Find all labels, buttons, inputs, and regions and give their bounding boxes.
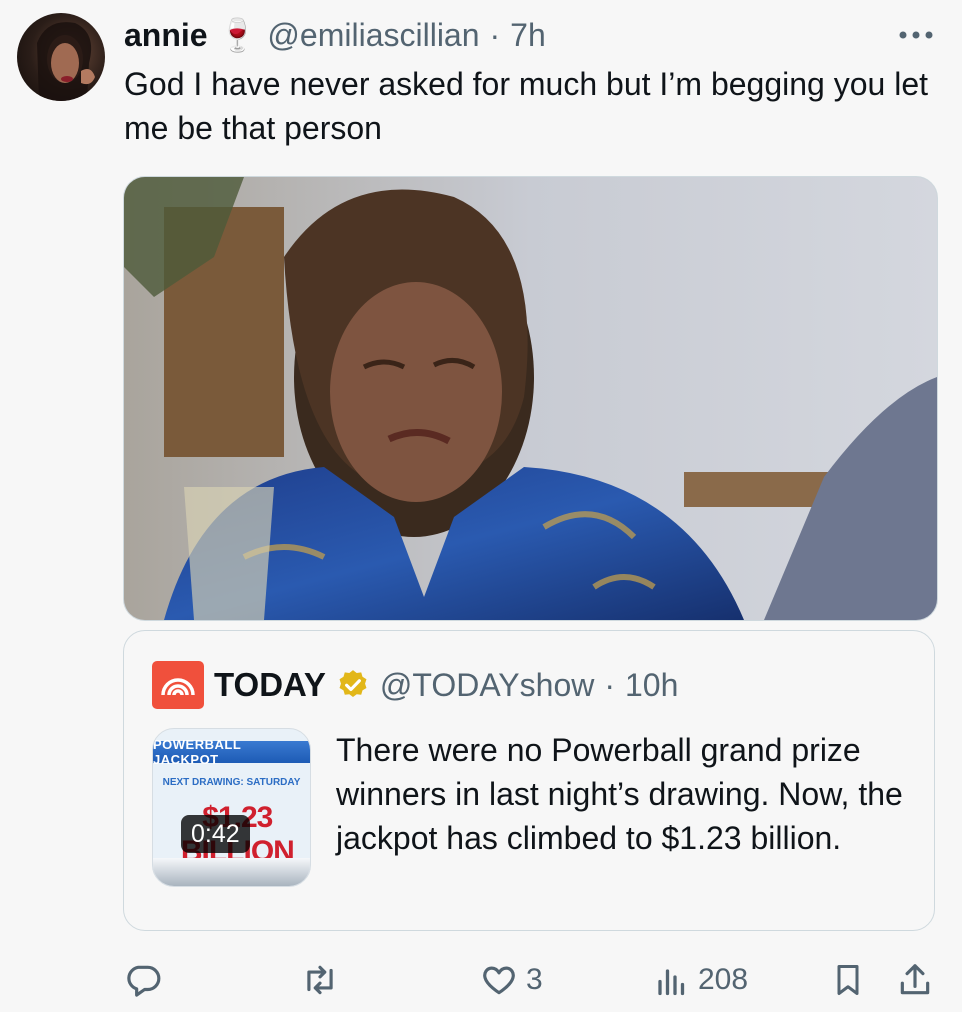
quoted-author-name[interactable]: TODAY [214, 666, 326, 704]
video-duration-badge: 0:42 [181, 815, 250, 853]
quoted-tweet-header: TODAY @TODAYshow · 10h [152, 661, 678, 709]
retweet-button[interactable] [300, 956, 348, 1004]
quoted-author-handle[interactable]: @TODAYshow [380, 667, 594, 704]
quoted-tweet-timestamp[interactable]: 10h [625, 667, 678, 704]
thumbnail-base [153, 858, 310, 886]
views-button[interactable]: 208 [654, 956, 748, 1004]
share-button[interactable] [896, 956, 934, 1004]
tweet-media-image[interactable] [123, 176, 938, 621]
like-button[interactable]: 3 [480, 956, 543, 1004]
tweet-header: annie 🍷 @emiliascillian · 7h [124, 14, 546, 56]
video-thumbnail[interactable]: POWERBALL JACKPOT NEXT DRAWING: SATURDAY… [152, 728, 311, 887]
reply-icon [127, 965, 161, 997]
wine-glass-emoji: 🍷 [217, 17, 258, 53]
like-count: 3 [526, 963, 543, 996]
separator-dot: · [489, 16, 501, 53]
tweet-action-bar: 3 208 [124, 956, 936, 1004]
views-count: 208 [698, 963, 749, 996]
next-drawing-label: NEXT DRAWING: SATURDAY [162, 777, 301, 788]
avatar-portrait [37, 22, 95, 101]
separator-dot: · [604, 666, 615, 703]
tweet-timestamp[interactable]: 7h [510, 17, 546, 54]
today-logo-avatar[interactable] [152, 661, 204, 709]
retweet-icon [307, 965, 333, 995]
reply-button[interactable] [124, 956, 170, 1004]
author-avatar[interactable] [17, 13, 105, 101]
bookmark-button[interactable] [830, 956, 866, 1004]
crying-woman-image [124, 177, 937, 620]
quoted-tweet-text: There were no Powerball grand prize winn… [336, 732, 903, 856]
author-handle[interactable]: @emiliascillian [267, 17, 479, 54]
author-name[interactable]: annie [124, 17, 208, 54]
powerball-banner: POWERBALL JACKPOT [153, 737, 310, 767]
like-icon [483, 966, 515, 995]
today-logo-icon [161, 678, 195, 696]
more-options-button[interactable] [898, 14, 934, 56]
share-icon [900, 964, 930, 995]
verified-badge-icon [339, 670, 367, 698]
bookmark-icon [837, 965, 859, 995]
views-icon [658, 969, 685, 996]
more-icon [899, 31, 933, 39]
quoted-tweet-card[interactable]: TODAY @TODAYshow · 10h POWERBALL JACKPOT… [123, 630, 935, 931]
tweet-text: God I have never asked for much but I’m … [124, 66, 929, 146]
